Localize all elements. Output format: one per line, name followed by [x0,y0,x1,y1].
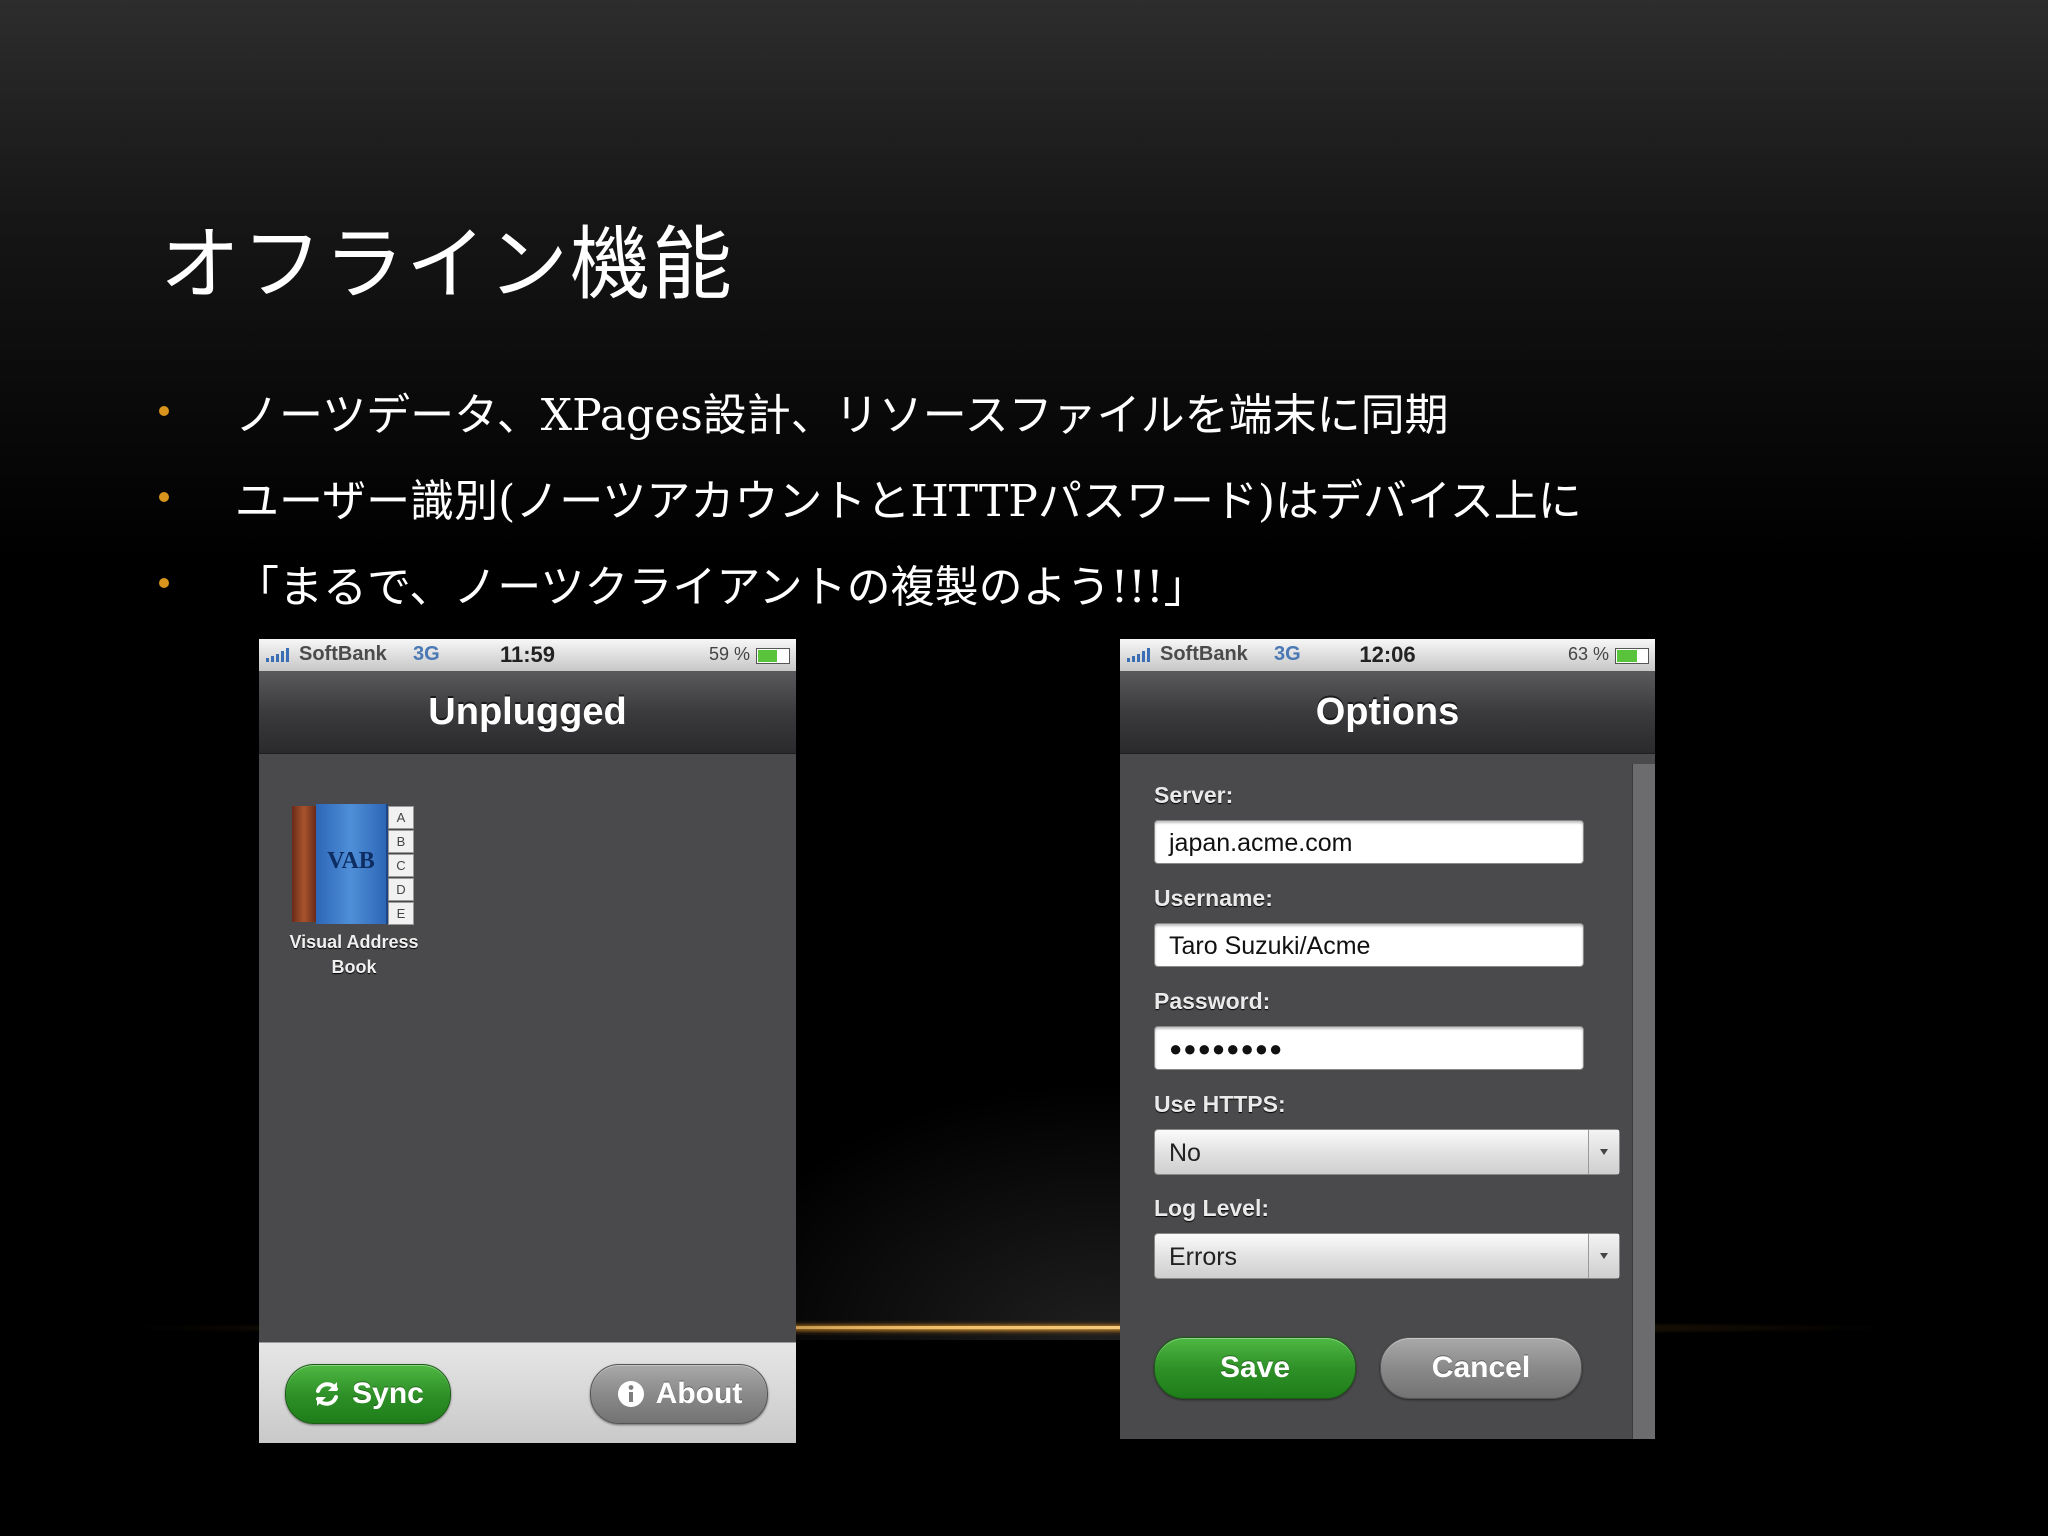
nav-title: Unplugged [259,671,796,754]
battery-percent: 63 % [1567,644,1609,664]
info-icon [617,1381,644,1407]
status-bar: SoftBank 3G 12:06 63 % [1120,639,1655,671]
battery-icon [756,648,790,664]
slide-title: オフライン機能 [160,218,734,311]
sync-button[interactable]: Sync [285,1364,451,1424]
save-button[interactable]: Save [1154,1337,1356,1399]
app-label: Visual Address Book [279,930,429,980]
bullet-list: ノーツデータ、XPages設計、リソースファイルを端末に同期 ユーザー識別(ノー… [155,368,1582,626]
password-input[interactable]: ●●●●●●●● [1154,1026,1584,1070]
log-level-value: Errors [1169,1243,1238,1271]
log-level-label: Log Level: [1154,1195,1270,1221]
password-label: Password: [1154,988,1271,1014]
book-cover-text: VAB [327,848,375,874]
bullet-text: ノーツデータ、XPages設計、リソースファイルを端末に同期 [235,390,1449,441]
chevron-down-icon [1588,1234,1619,1278]
scrollbar[interactable] [1632,764,1655,1439]
battery-icon [1615,648,1649,664]
bullet-dot-icon [159,492,169,502]
bullet-text: 「まるで、ノーツクライアントの複製のよう!!!」 [235,562,1208,613]
server-input[interactable]: japan.acme.com [1154,820,1584,864]
book-tab: C [388,854,414,877]
bullet-item: ユーザー識別(ノーツアカウントとHTTPパスワード)はデバイス上に [155,454,1582,540]
bullet-item: ノーツデータ、XPages設計、リソースファイルを端末に同期 [155,368,1582,454]
book-tab: A [388,806,414,829]
bullet-item: 「まるで、ノーツクライアントの複製のよう!!!」 [155,540,1582,626]
phone-screenshot-unplugged: SoftBank 3G 11:59 59 % Unplugged VAB A B… [259,639,796,1443]
status-bar: SoftBank 3G 11:59 59 % [259,639,796,671]
log-level-select[interactable]: Errors [1154,1233,1620,1279]
book-tabs: A B C D E [388,806,414,925]
chevron-down-icon [1588,1130,1619,1174]
server-label: Server: [1154,782,1234,808]
book-tab: E [388,902,414,925]
phone-screenshot-options: SoftBank 3G 12:06 63 % Options Server: j… [1120,639,1655,1439]
about-button[interactable]: About [590,1364,768,1424]
slide: オフライン機能 ノーツデータ、XPages設計、リソースファイルを端末に同期 ユ… [0,0,2048,1536]
refresh-icon [316,1382,339,1406]
book-cover: VAB [316,804,388,924]
bullet-dot-icon [159,578,169,588]
battery-fill [1617,650,1638,662]
username-label: Username: [1154,885,1273,911]
username-input[interactable]: Taro Suzuki/Acme [1154,923,1584,967]
cancel-button[interactable]: Cancel [1380,1337,1582,1399]
app-icon-visual-address-book[interactable]: VAB A B C D E Visual Address Book [279,804,429,980]
battery-fill [758,650,777,662]
battery-percent: 59 % [708,644,750,664]
nav-title: Options [1120,671,1655,754]
bullet-dot-icon [159,406,169,416]
book-tab: D [388,878,414,901]
book-spine [292,806,316,922]
use-https-select[interactable]: No [1154,1129,1620,1175]
book-icon: VAB A B C D E [292,804,416,925]
about-label: About [655,1377,743,1410]
bottom-toolbar: Sync About [259,1342,796,1443]
use-https-label: Use HTTPS: [1154,1091,1286,1117]
bullet-text: ユーザー識別(ノーツアカウントとHTTPパスワード)はデバイス上に [235,476,1582,527]
use-https-value: No [1169,1139,1201,1167]
app-label-line: Visual Address [289,932,419,952]
sync-label: Sync [352,1377,424,1410]
book-tab: B [388,830,414,853]
app-label-line: Book [331,957,377,977]
